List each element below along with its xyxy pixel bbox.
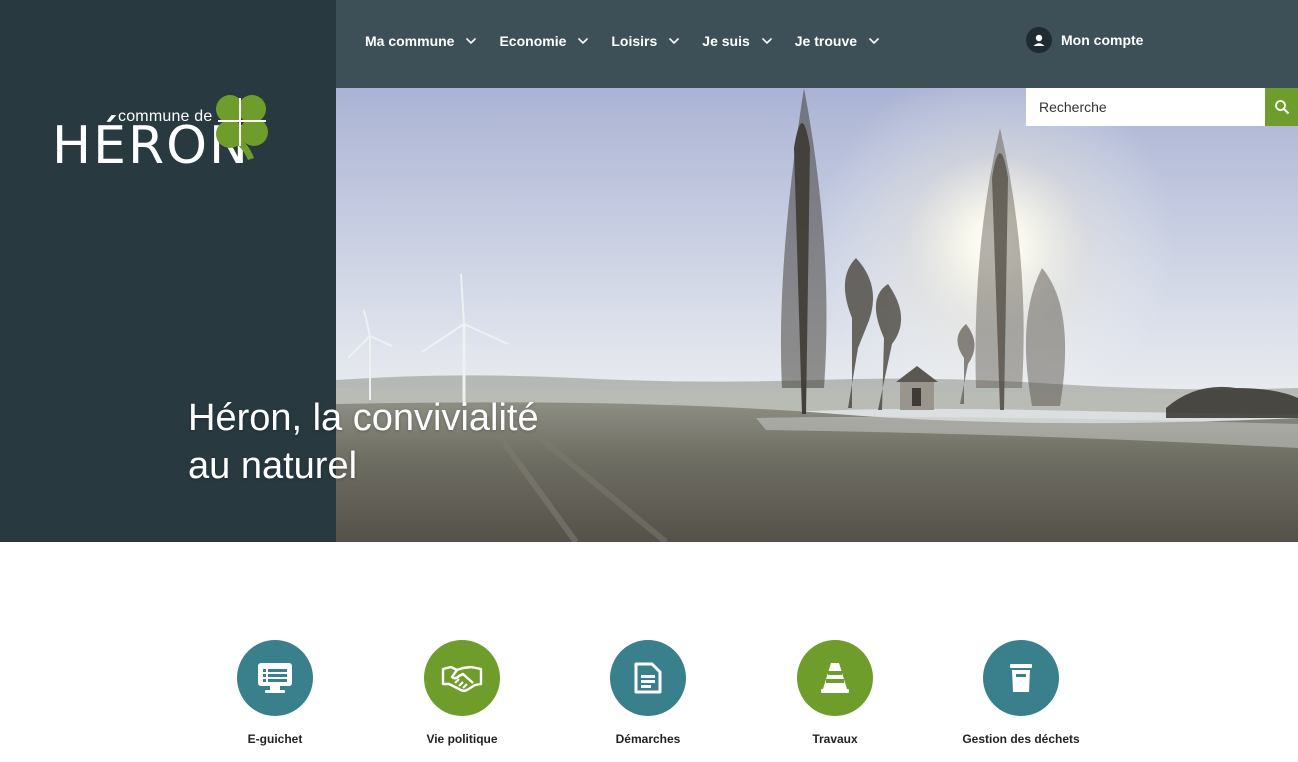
main-navigation: Ma commune Economie Loisirs Je suis Je t… — [365, 30, 902, 52]
chevron-down-icon — [868, 37, 880, 45]
handshake-icon — [424, 640, 500, 716]
search-icon — [1274, 100, 1289, 115]
search-button[interactable] — [1265, 88, 1298, 126]
search-input[interactable] — [1026, 88, 1265, 126]
nav-item-label: Economie — [499, 33, 567, 49]
traffic-cone-icon — [797, 640, 873, 716]
quick-link-travaux[interactable]: Travaux — [755, 640, 915, 746]
trash-bin-icon — [983, 640, 1059, 716]
nav-item-label: Je trouve — [794, 33, 858, 49]
quick-link-label: Démarches — [615, 732, 681, 746]
user-icon — [1026, 27, 1052, 53]
quick-link-vie-politique[interactable]: Vie politique — [382, 640, 542, 746]
hero-headline: Héron, la convivialité au naturel — [188, 394, 648, 490]
quick-link-label: E-guichet — [247, 732, 303, 746]
quick-link-label: Travaux — [812, 732, 858, 746]
nav-item-label: Je suis — [702, 33, 750, 49]
quick-link-label: Vie politique — [426, 732, 498, 746]
page: commune de HÉRON Ma commune Economie Loi… — [0, 0, 1298, 762]
account-link[interactable]: Mon compte — [1026, 27, 1143, 53]
hero-headline-line2: au naturel — [188, 445, 358, 487]
quick-link-gestion-des-dechets[interactable]: Gestion des déchets — [941, 640, 1101, 746]
monitor-icon — [237, 640, 313, 716]
nav-item-je-suis[interactable]: Je suis — [702, 33, 772, 49]
nav-item-label: Ma commune — [365, 33, 455, 49]
nav-item-label: Loisirs — [611, 33, 658, 49]
quick-link-demarches[interactable]: Démarches — [568, 640, 728, 746]
chevron-down-icon — [669, 37, 680, 45]
nav-item-je-trouve[interactable]: Je trouve — [795, 33, 880, 49]
nav-item-economie[interactable]: Economie — [499, 33, 589, 49]
chevron-down-icon — [761, 37, 772, 45]
commune-logo[interactable]: commune de HÉRON — [50, 88, 280, 178]
hero-headline-line1: Héron, la convivialité — [188, 397, 539, 439]
quick-link-e-guichet[interactable]: E-guichet — [195, 640, 355, 746]
account-label: Mon compte — [1061, 32, 1144, 48]
chevron-down-icon — [466, 37, 477, 45]
quick-link-label: Gestion des déchets — [962, 732, 1080, 746]
nav-item-ma-commune[interactable]: Ma commune — [365, 33, 477, 49]
clover-icon — [216, 95, 268, 160]
chevron-down-icon — [578, 37, 589, 45]
document-icon — [610, 640, 686, 716]
search-bar — [1026, 88, 1298, 126]
nav-item-loisirs[interactable]: Loisirs — [611, 33, 680, 49]
